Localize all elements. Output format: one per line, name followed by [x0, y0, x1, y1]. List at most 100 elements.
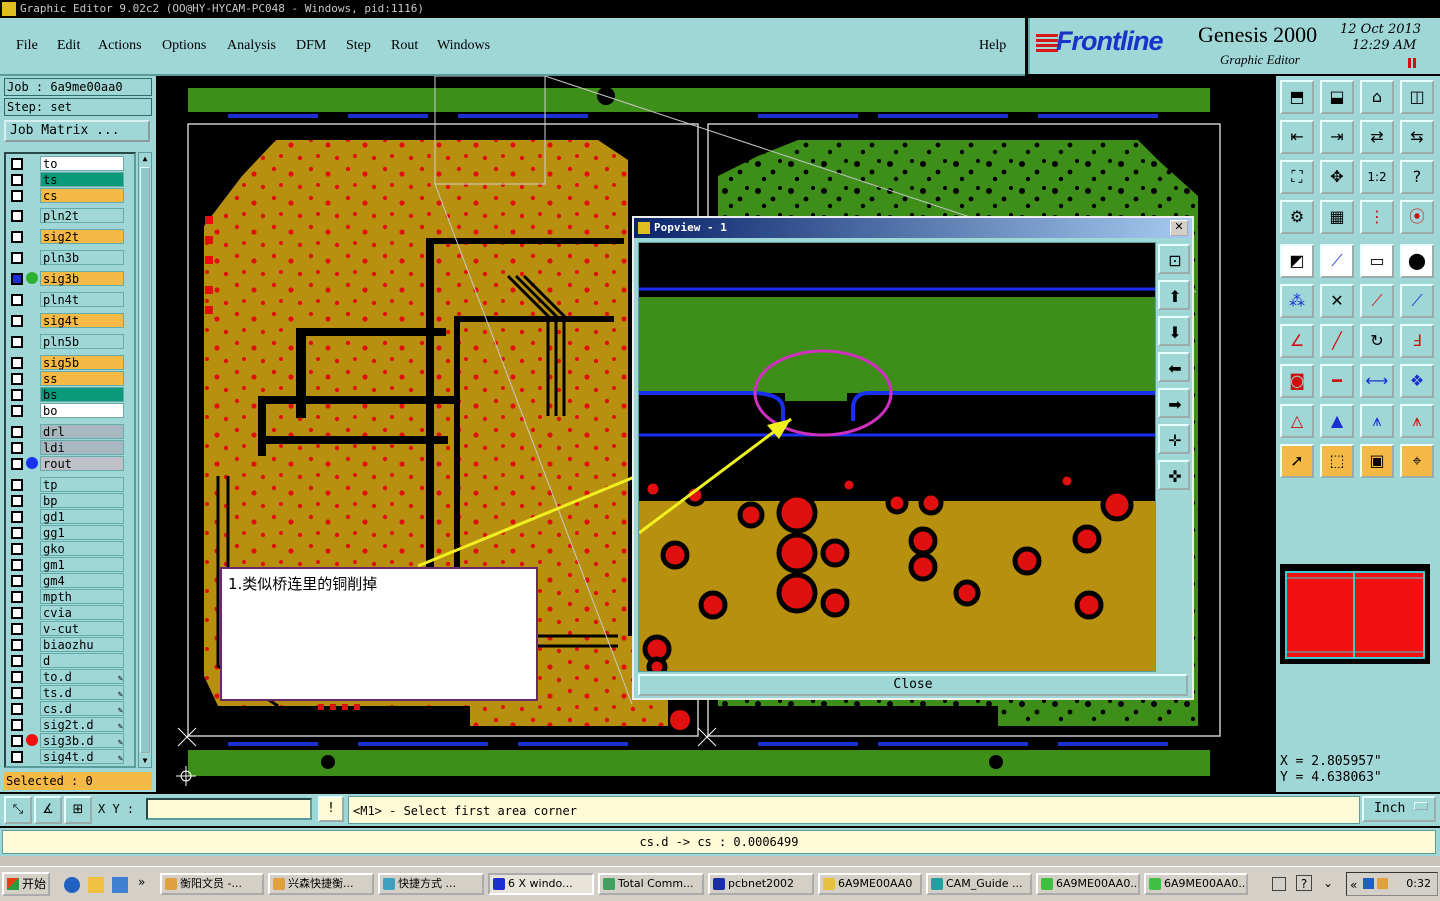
layer-row-pln3b[interactable]: pln3b: [8, 250, 134, 265]
layer-checkbox[interactable]: [11, 543, 23, 555]
tool-view-bottom-button[interactable]: ⬓: [1320, 80, 1354, 114]
popview-zoom-view[interactable]: [638, 242, 1156, 672]
layer-name[interactable]: pln4t: [40, 292, 124, 307]
layer-name[interactable]: bp: [40, 493, 124, 508]
layer-row-drl[interactable]: drl: [8, 424, 134, 439]
layer-name[interactable]: cs.d ✎: [40, 701, 124, 716]
help-tray-icon[interactable]: ?: [1296, 875, 1312, 891]
popview-pan-left-button[interactable]: ⬅: [1158, 352, 1190, 382]
tool-split-button[interactable]: ◫: [1400, 80, 1434, 114]
layer-name[interactable]: ts.d ✎: [40, 685, 124, 700]
layer-row-ldi[interactable]: ldi: [8, 440, 134, 455]
layer-checkbox[interactable]: [11, 426, 23, 438]
layer-name[interactable]: bo: [40, 403, 124, 418]
ie-icon[interactable]: [64, 877, 80, 893]
layer-checkbox[interactable]: [11, 336, 23, 348]
layer-checkbox[interactable]: [11, 719, 23, 731]
tool-zoom-center-button[interactable]: ✥: [1320, 160, 1354, 194]
popview-window[interactable]: Popview - 1 ✕ ⊡ ⬆ ⬇ ⬅ ➡ ✛ ✜ Close: [632, 216, 1194, 700]
task-item[interactable]: 衡阳文员 -...: [160, 873, 264, 895]
layer-row-cs[interactable]: cs: [8, 188, 134, 203]
quicklaunch-icon[interactable]: [88, 877, 104, 893]
layer-checkbox[interactable]: [11, 273, 23, 285]
layer-row-pln5b[interactable]: pln5b: [8, 334, 134, 349]
layer-row-bp[interactable]: bp: [8, 493, 134, 508]
layer-checkbox[interactable]: [11, 190, 23, 202]
layer-checkbox[interactable]: [11, 511, 23, 523]
layer-row-gm1[interactable]: gm1: [8, 557, 134, 572]
layer-row-sig3b[interactable]: sig3b: [8, 271, 134, 286]
tray-menu-icon[interactable]: ⌄: [1320, 875, 1336, 891]
layer-checkbox[interactable]: [11, 315, 23, 327]
task-item[interactable]: 6A9ME00AA0: [818, 873, 922, 895]
layer-name[interactable]: pln5b: [40, 334, 124, 349]
layer-checkbox[interactable]: [11, 158, 23, 170]
layer-checkbox[interactable]: [11, 357, 23, 369]
tool-dimension-button[interactable]: ⟷: [1360, 364, 1394, 398]
layer-name[interactable]: gm1: [40, 557, 124, 572]
tool-slash-button[interactable]: ╱: [1320, 324, 1354, 358]
layer-checkbox[interactable]: [11, 495, 23, 507]
tool-line-button[interactable]: ⟋: [1360, 284, 1394, 318]
alert-button[interactable]: !: [318, 796, 344, 822]
overview-minimap[interactable]: [1280, 564, 1430, 664]
layer-checkbox[interactable]: [11, 294, 23, 306]
layer-checkbox[interactable]: [11, 703, 23, 715]
popview-zoom-in-button[interactable]: ✛: [1158, 424, 1190, 454]
layer-checkbox[interactable]: [11, 458, 23, 470]
layer-checkbox[interactable]: [11, 687, 23, 699]
grid-snap-button[interactable]: ⊞: [64, 796, 92, 824]
layer-checkbox[interactable]: [11, 174, 23, 186]
layer-checkbox[interactable]: [11, 655, 23, 667]
tool-settings-button[interactable]: ⚙: [1280, 200, 1314, 234]
layer-row-bs[interactable]: bs: [8, 387, 134, 402]
tool-arch-red-button[interactable]: ⩚: [1400, 404, 1434, 438]
network-icon[interactable]: [1363, 878, 1374, 889]
layer-name[interactable]: ss: [40, 371, 124, 386]
task-item[interactable]: 6A9ME00AA0...: [1144, 873, 1248, 895]
tool-select-button[interactable]: ◩: [1280, 244, 1314, 278]
tool-line-end-button[interactable]: ⟋: [1400, 284, 1434, 318]
layer-row-cvia[interactable]: cvia: [8, 605, 134, 620]
task-item[interactable]: 快捷方式 ...: [378, 873, 484, 895]
keyboard-icon[interactable]: [1272, 877, 1286, 891]
tool-pan-left-button[interactable]: ⇤: [1280, 120, 1314, 154]
layer-row-ss[interactable]: ss: [8, 371, 134, 386]
layer-checkbox[interactable]: [11, 639, 23, 651]
layer-name[interactable]: sig4t: [40, 313, 124, 328]
menu-help[interactable]: Help: [979, 38, 1006, 54]
tray-app-icon[interactable]: [1377, 878, 1388, 889]
layer-row-ts.d[interactable]: ts.d ✎: [8, 685, 134, 700]
layer-row-sig4t.d[interactable]: sig4t.d ✎: [8, 749, 134, 764]
menu-rout[interactable]: Rout: [391, 38, 418, 54]
layer-name[interactable]: drl: [40, 424, 124, 439]
layer-name[interactable]: gd1: [40, 509, 124, 524]
task-item[interactable]: CAM_Guide ...: [926, 873, 1032, 895]
menu-dfm[interactable]: DFM: [296, 38, 326, 54]
start-button[interactable]: 开始: [2, 872, 50, 896]
popview-pan-right-button[interactable]: ➡: [1158, 388, 1190, 418]
layer-checkbox[interactable]: [11, 591, 23, 603]
task-item[interactable]: 6A9ME00AA0...: [1036, 873, 1140, 895]
angle-snap-button[interactable]: ∡: [34, 796, 62, 824]
job-matrix-button[interactable]: Job Matrix ...: [4, 120, 150, 142]
layer-name[interactable]: pln2t: [40, 208, 124, 223]
task-item[interactable]: 兴森快捷衡...: [268, 873, 374, 895]
popview-zoom-out-button[interactable]: ✜: [1158, 460, 1190, 490]
layer-list-scrollbar[interactable]: ▲ ▼: [138, 152, 152, 768]
layer-name[interactable]: sig2t.d ✎: [40, 717, 124, 732]
layer-name[interactable]: sig5b: [40, 355, 124, 370]
tool-layer-toggle-button[interactable]: ⦿: [1400, 200, 1434, 234]
tool-grid-button[interactable]: ▦: [1320, 200, 1354, 234]
tool-cross-button[interactable]: ✕: [1320, 284, 1354, 318]
layer-row-ts[interactable]: ts: [8, 172, 134, 187]
layer-name[interactable]: pln3b: [40, 250, 124, 265]
layer-checkbox[interactable]: [11, 210, 23, 222]
tool-pointer-button[interactable]: ➚: [1280, 444, 1314, 478]
layer-checkbox[interactable]: [11, 442, 23, 454]
tool-pan-right-button[interactable]: ⇥: [1320, 120, 1354, 154]
layer-row-sig2t[interactable]: sig2t: [8, 229, 134, 244]
layer-row-cs.d[interactable]: cs.d ✎: [8, 701, 134, 716]
layer-name[interactable]: gko: [40, 541, 124, 556]
layer-row-bo[interactable]: bo: [8, 403, 134, 418]
